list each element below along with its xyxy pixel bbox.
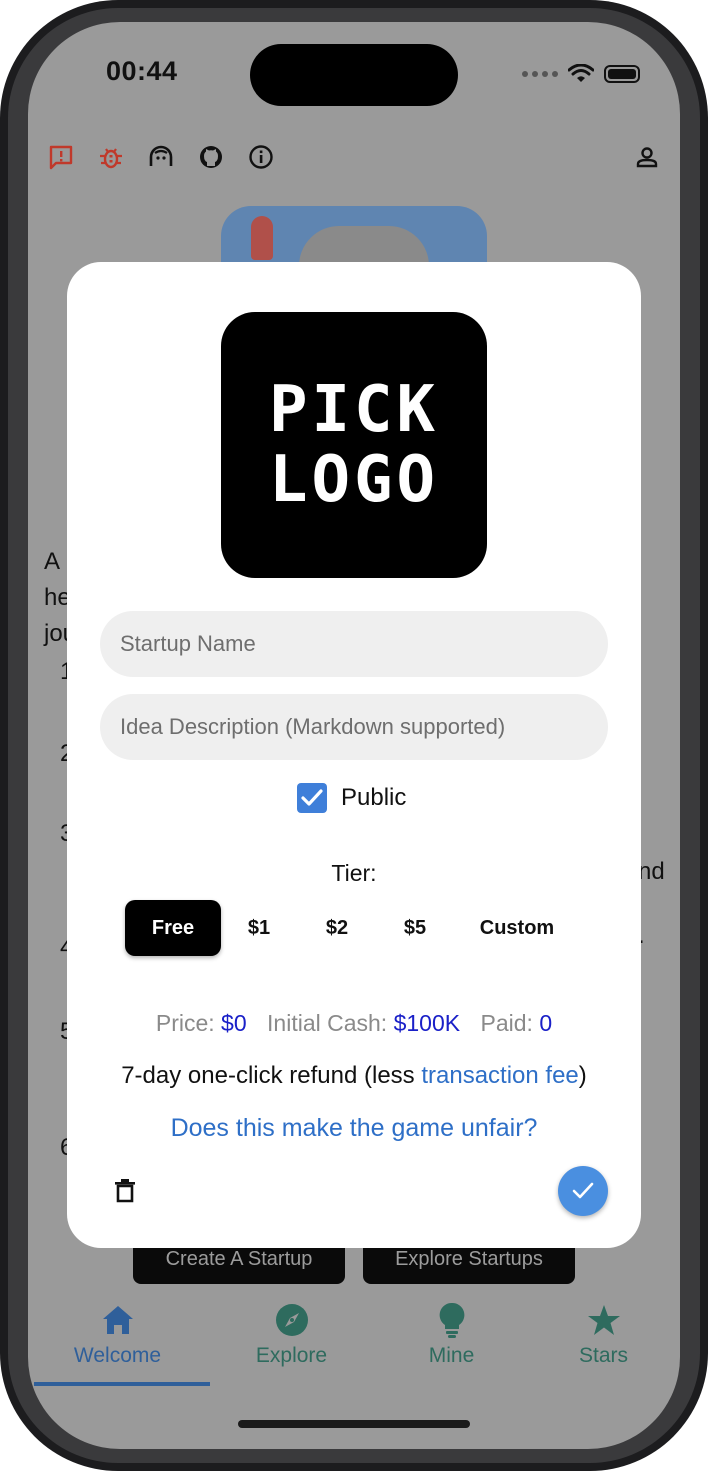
status-time: 00:44 [106, 56, 178, 86]
logo-text-line: PICK [268, 373, 440, 447]
game-unfair-link[interactable]: Does this make the game unfair? [67, 1114, 641, 1143]
price-value: $0 [221, 1010, 247, 1036]
nav-item-welcome[interactable]: Welcome [36, 1292, 199, 1392]
bug-icon[interactable] [96, 142, 126, 172]
nav-label: Mine [428, 1344, 475, 1367]
price-key: Price: [155, 1010, 215, 1036]
home-icon [100, 1302, 136, 1338]
nav-active-indicator [34, 1382, 210, 1386]
idea-description-input[interactable] [100, 714, 608, 740]
trash-icon [115, 1179, 135, 1203]
account-icon[interactable] [632, 142, 662, 172]
tier-option-custom[interactable]: Custom [453, 900, 581, 956]
bg-text-fragment: nd [638, 858, 665, 885]
refund-prefix: 7-day one-click refund (less [121, 1062, 422, 1089]
status-icons [522, 62, 640, 86]
nav-item-mine[interactable]: Mine [370, 1292, 533, 1392]
paid-value: 0 [539, 1010, 553, 1036]
lightbulb-icon [434, 1302, 470, 1338]
battery-icon [604, 65, 640, 83]
tier-option-1[interactable]: $1 [221, 900, 297, 956]
delete-button[interactable] [111, 1176, 139, 1206]
bg-text-line: A [44, 548, 61, 575]
feedback-icon[interactable] [46, 142, 76, 172]
github-icon[interactable] [196, 142, 226, 172]
idea-description-field[interactable] [100, 694, 608, 760]
tier-option-5[interactable]: $5 [377, 900, 453, 956]
public-checkbox[interactable] [297, 783, 327, 813]
public-label: Public [341, 784, 407, 811]
price-summary: Price: $0 Initial Cash: $100K Paid: 0 [67, 1010, 641, 1037]
startup-name-input[interactable] [100, 631, 608, 657]
paid-key: Paid: [480, 1010, 533, 1036]
confirm-button[interactable] [558, 1166, 608, 1216]
nav-label: Stars [578, 1344, 628, 1367]
checkmark-icon [572, 1182, 594, 1199]
startup-name-field[interactable] [100, 611, 608, 677]
initial-cash-value: $100K [393, 1010, 461, 1036]
screen: 00:44 A he jou nd . Create A Startup Exp… [28, 22, 680, 1449]
nav-item-explore[interactable]: Explore [210, 1292, 373, 1392]
signal-icon [522, 71, 558, 77]
checkmark-icon [301, 789, 323, 806]
nav-label: Welcome [73, 1344, 162, 1367]
create-startup-dialog: PICK LOGO Public Tier: Free $1 $2 $5 [67, 262, 641, 1248]
tier-selector: Free $1 $2 $5 Custom [125, 900, 581, 956]
nav-item-stars[interactable]: Stars [522, 1292, 680, 1392]
rocket-icon [251, 216, 273, 260]
refund-suffix: ) [578, 1062, 587, 1089]
home-indicator[interactable] [238, 1420, 470, 1428]
tier-option-2[interactable]: $2 [297, 900, 377, 956]
wifi-icon [568, 64, 594, 82]
compass-icon [274, 1302, 310, 1338]
pick-logo-button[interactable]: PICK LOGO [221, 312, 487, 578]
refund-note: 7-day one-click refund (less transaction… [67, 1062, 641, 1090]
initial-cash-key: Initial Cash: [267, 1010, 388, 1036]
transaction-fee-link[interactable]: transaction fee [421, 1062, 578, 1089]
star-icon [586, 1302, 622, 1338]
logo-text-line: LOGO [268, 443, 440, 517]
nav-label: Explore [255, 1344, 328, 1367]
dynamic-island [250, 44, 458, 106]
public-toggle-row[interactable]: Public [297, 782, 406, 814]
support-icon[interactable] [146, 142, 176, 172]
tier-option-free[interactable]: Free [125, 900, 221, 956]
phone-frame: 00:44 A he jou nd . Create A Startup Exp… [0, 0, 708, 1471]
info-icon[interactable] [246, 142, 276, 172]
top-toolbar [46, 142, 662, 172]
tier-label: Tier: [331, 860, 377, 886]
